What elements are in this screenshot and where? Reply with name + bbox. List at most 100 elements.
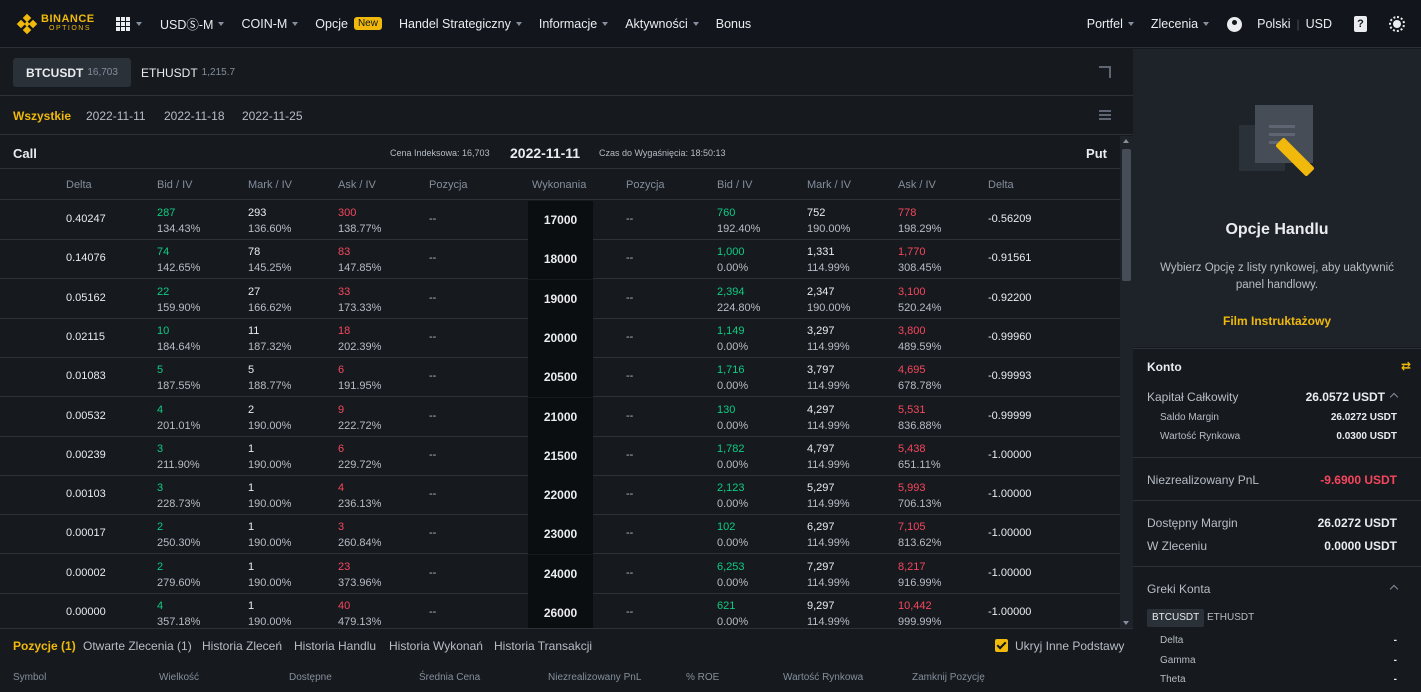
greeks-tab-ethusdt[interactable]: ETHUSDT xyxy=(1202,609,1259,627)
put-bid[interactable]: 621 0.00% xyxy=(717,598,748,628)
user-icon[interactable] xyxy=(1227,16,1243,32)
currency-selector[interactable]: USD xyxy=(1306,17,1332,31)
language-selector[interactable]: Polski xyxy=(1257,17,1290,31)
chevron-up-icon[interactable] xyxy=(1389,584,1399,594)
put-ask[interactable]: 1,770 308.45% xyxy=(898,244,941,276)
tab-positions[interactable]: Pozycje (1) xyxy=(13,639,76,653)
call-delta: 0.00103 xyxy=(66,488,106,501)
put-bid[interactable]: 1,149 0.00% xyxy=(717,323,748,355)
call-delta: 0.14076 xyxy=(66,252,106,265)
underlying-tab-ethusdt[interactable]: ETHUSDT 1,215.7 xyxy=(128,58,248,87)
nav-strategy-trading[interactable]: Handel Strategiczny xyxy=(399,17,522,31)
tab-transaction-history[interactable]: Historia Transakcji xyxy=(494,639,592,653)
nav-bonus[interactable]: Bonus xyxy=(716,17,751,31)
call-ask[interactable]: 3 260.84% xyxy=(338,519,381,551)
hide-others-checkbox[interactable] xyxy=(995,639,1008,652)
put-bid[interactable]: 6,253 0.00% xyxy=(717,559,748,591)
option-row[interactable]: 0.00000 4 357.18% 1 190.00% 40 479.13% -- 26000 -… xyxy=(0,594,1120,628)
put-ask[interactable]: 5,993 706.13% xyxy=(898,480,941,512)
transfer-icon[interactable]: ⇄ xyxy=(1401,359,1411,373)
put-ask[interactable]: 5,531 836.88% xyxy=(898,402,941,434)
put-ask[interactable]: 8,217 916.99% xyxy=(898,559,941,591)
call-ask[interactable]: 23 373.96% xyxy=(338,559,381,591)
nav-information[interactable]: Informacje xyxy=(539,17,609,31)
put-bid[interactable]: 130 0.00% xyxy=(717,402,748,434)
help-doc-icon[interactable]: ? xyxy=(1354,16,1367,32)
theme-toggle-icon[interactable] xyxy=(1389,16,1405,32)
put-ask[interactable]: 4,695 678.78% xyxy=(898,362,941,394)
tab-trade-history[interactable]: Historia Handlu xyxy=(294,639,376,653)
put-bid[interactable]: 1,782 0.00% xyxy=(717,441,748,473)
option-row[interactable]: 0.00002 2 279.60% 1 190.00% 23 373.96% -- 24000 -… xyxy=(0,554,1120,594)
tutorial-video-link[interactable]: Film Instruktażowy xyxy=(1133,314,1421,328)
call-bid[interactable]: 3 211.90% xyxy=(157,441,200,473)
option-row[interactable]: 0.01083 5 187.55% 5 188.77% 6 191.95% -- 20500 --… xyxy=(0,358,1120,398)
apps-grid-icon[interactable] xyxy=(116,16,130,31)
nav-wallet[interactable]: Portfel xyxy=(1087,17,1134,31)
chevron-up-icon[interactable] xyxy=(1389,392,1399,402)
tab-open-orders[interactable]: Otwarte Zlecenia (1) xyxy=(83,639,192,653)
call-bid[interactable]: 4 201.01% xyxy=(157,402,200,434)
option-row[interactable]: 0.05162 22 159.90% 27 166.62% 33 173.33% -- 1900… xyxy=(0,279,1120,319)
call-ask[interactable]: 6 229.72% xyxy=(338,441,381,473)
option-row[interactable]: 0.40247 287 134.43% 293 136.60% 300 138.77% -- 1… xyxy=(0,201,1120,240)
option-row[interactable]: 0.00017 2 250.30% 1 190.00% 3 260.84% -- 23000 --… xyxy=(0,515,1120,555)
call-bid[interactable]: 4 357.18% xyxy=(157,598,200,628)
call-ask[interactable]: 6 191.95% xyxy=(338,362,381,394)
nav-options[interactable]: Opcje New xyxy=(315,17,382,31)
nav-activities[interactable]: Aktywności xyxy=(625,17,699,31)
tab-order-history[interactable]: Historia Zleceń xyxy=(202,639,282,653)
chevron-down-icon[interactable] xyxy=(136,21,142,26)
option-row[interactable]: 0.00103 3 228.73% 1 190.00% 4 236.13% -- 22000 --… xyxy=(0,476,1120,516)
option-row[interactable]: 0.00532 4 201.01% 2 190.00% 9 222.72% -- 21000 --… xyxy=(0,397,1120,437)
greeks-tab-btcusdt[interactable]: BTCUSDT xyxy=(1147,609,1205,627)
call-bid[interactable]: 2 250.30% xyxy=(157,519,200,551)
underlying-tab-btcusdt[interactable]: BTCUSDT 16,703 xyxy=(13,58,131,87)
date-tab-all[interactable]: Wszystkie xyxy=(13,109,71,123)
put-ask[interactable]: 3,800 489.59% xyxy=(898,323,941,355)
scrollbar-thumb[interactable] xyxy=(1122,149,1131,281)
nav-coinm[interactable]: COIN-M xyxy=(241,17,299,31)
option-row[interactable]: 0.14076 74 142.65% 78 145.25% 83 147.85% -- 1800… xyxy=(0,240,1120,280)
put-ask[interactable]: 10,442 999.99% xyxy=(898,598,941,628)
chain-scrollbar[interactable] xyxy=(1120,136,1133,628)
option-row[interactable]: 0.02115 10 184.64% 11 187.32% 18 202.39% -- 2000… xyxy=(0,318,1120,358)
put-ask[interactable]: 7,105 813.62% xyxy=(898,519,941,551)
put-bid[interactable]: 760 192.40% xyxy=(717,205,760,237)
call-bid[interactable]: 22 159.90% xyxy=(157,284,200,316)
tab-exercise-history[interactable]: Historia Wykonań xyxy=(389,639,483,653)
nav-orders[interactable]: Zlecenia xyxy=(1151,17,1210,31)
call-bid[interactable]: 287 134.43% xyxy=(157,205,200,237)
call-bid[interactable]: 74 142.65% xyxy=(157,244,200,276)
call-bid[interactable]: 2 279.60% xyxy=(157,559,200,591)
call-ask[interactable]: 33 173.33% xyxy=(338,284,381,316)
nav-usdm[interactable]: USDⓈ-M xyxy=(160,14,225,33)
expand-icon[interactable] xyxy=(1099,66,1111,78)
call-ask[interactable]: 300 138.77% xyxy=(338,205,381,237)
put-bid[interactable]: 2,123 0.00% xyxy=(717,480,748,512)
put-bid[interactable]: 1,716 0.00% xyxy=(717,362,748,394)
put-ask[interactable]: 3,100 520.24% xyxy=(898,284,941,316)
put-ask[interactable]: 778 198.29% xyxy=(898,205,941,237)
scroll-up-icon[interactable] xyxy=(1123,139,1129,143)
scroll-down-icon[interactable] xyxy=(1123,621,1129,625)
option-row[interactable]: 0.00239 3 211.90% 1 190.00% 6 229.72% -- 21500 --… xyxy=(0,436,1120,476)
date-tab[interactable]: 2022-11-25 xyxy=(242,109,303,123)
call-ask[interactable]: 9 222.72% xyxy=(338,402,381,434)
call-bid[interactable]: 10 184.64% xyxy=(157,323,200,355)
put-ask[interactable]: 5,438 651.11% xyxy=(898,441,941,473)
date-tab[interactable]: 2022-11-18 xyxy=(164,109,225,123)
call-bid[interactable]: 5 187.55% xyxy=(157,362,200,394)
put-bid[interactable]: 2,394 224.80% xyxy=(717,284,760,316)
put-bid[interactable]: 102 0.00% xyxy=(717,519,748,551)
call-ask[interactable]: 4 236.13% xyxy=(338,480,381,512)
call-ask[interactable]: 40 479.13% xyxy=(338,598,381,628)
call-bid[interactable]: 3 228.73% xyxy=(157,480,200,512)
binance-options-logo[interactable]: BINANCE OPTIONS xyxy=(16,13,104,34)
call-mark: 1 190.00% xyxy=(248,600,292,628)
call-ask[interactable]: 83 147.85% xyxy=(338,244,381,276)
put-bid[interactable]: 1,000 0.00% xyxy=(717,244,748,276)
settings-sliders-icon[interactable] xyxy=(1099,110,1111,120)
call-ask[interactable]: 18 202.39% xyxy=(338,323,381,355)
date-tab[interactable]: 2022-11-11 xyxy=(86,109,146,123)
